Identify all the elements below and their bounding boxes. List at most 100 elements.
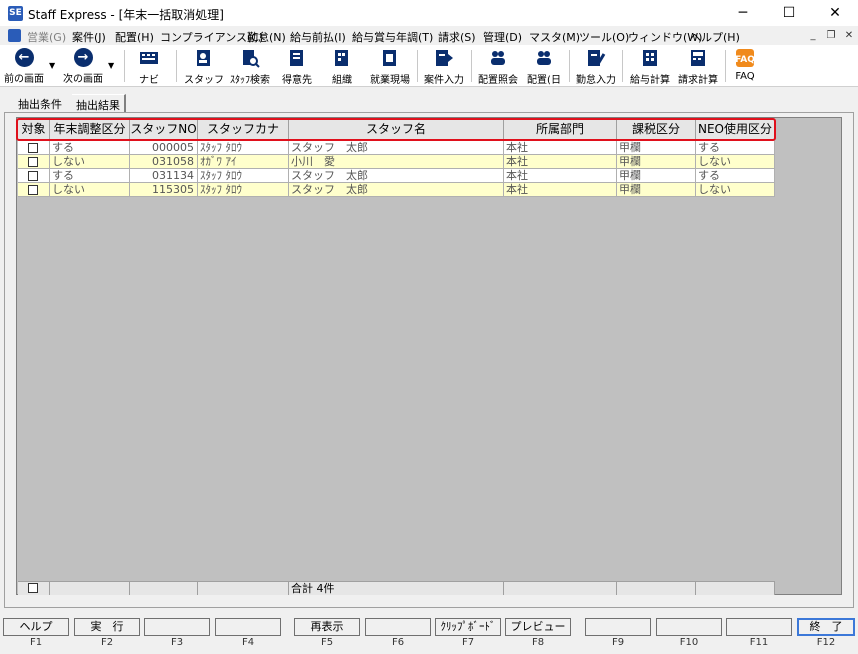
select-all-checkbox[interactable] <box>28 583 38 593</box>
job-entry-icon <box>436 50 453 66</box>
f7-key-label: F7 <box>461 637 475 648</box>
placement-daily-button[interactable]: 配置(日 <box>523 45 565 87</box>
f3-button[interactable] <box>144 618 210 636</box>
mdi-close-button[interactable]: ✕ <box>842 29 856 42</box>
f4-button[interactable] <box>215 618 281 636</box>
faq-button[interactable]: FAQ FAQ <box>729 45 761 87</box>
target-cell[interactable] <box>18 183 50 197</box>
target-cell[interactable] <box>18 141 50 155</box>
neo-usage-cell: する <box>696 141 775 155</box>
navi-button[interactable]: ナビ <box>131 45 167 87</box>
tax-category-cell: 甲欄 <box>617 169 696 183</box>
back-dropdown-icon[interactable]: ▼ <box>49 61 55 70</box>
tab-results[interactable]: 抽出結果 <box>72 94 126 112</box>
billing-calc-button[interactable]: 請求計算 <box>675 45 721 87</box>
payroll-calc-button[interactable]: 給与計算 <box>626 45 674 87</box>
attendance-entry-button[interactable]: 勤怠入力 <box>573 45 619 87</box>
row-checkbox[interactable] <box>28 143 38 153</box>
staff-no-cell: 000005 <box>130 141 198 155</box>
row-checkbox[interactable] <box>28 171 38 181</box>
worksite-label: 就業現場 <box>370 75 410 86</box>
f12-exit-button[interactable]: 終 了 <box>797 618 855 636</box>
menu-advance-pay[interactable]: 給与前払(I) <box>290 29 346 45</box>
back-label: 前の画面 <box>4 74 44 85</box>
menu-billing[interactable]: 請求(S) <box>438 29 476 45</box>
staff-name-cell: 小川 愛 <box>289 155 504 169</box>
row-checkbox[interactable] <box>28 185 38 195</box>
table-row[interactable]: しない 115305 ｽﾀｯﾌ ﾀﾛｳ スタッフ 太郎 本社 甲欄 しない <box>18 183 775 197</box>
f4-key-label: F4 <box>241 637 255 648</box>
toolbar-divider <box>417 50 418 82</box>
table-row[interactable]: する 031134 ｽﾀｯﾌ ﾀﾛｳ スタッフ 太郎 本社 甲欄 する <box>18 169 775 183</box>
f9-button[interactable] <box>585 618 651 636</box>
keyboard-icon <box>140 52 158 64</box>
minimize-button[interactable]: ─ <box>720 0 766 26</box>
menu-payroll[interactable]: 給与賞与年調(T) <box>352 29 433 45</box>
f5-refresh-button[interactable]: 再表示 <box>294 618 360 636</box>
f2-key-label: F2 <box>100 637 114 648</box>
mdi-minimize-button[interactable]: _ <box>806 29 820 42</box>
tax-category-cell: 甲欄 <box>617 155 696 169</box>
worksite-button[interactable]: 就業現場 <box>367 45 413 87</box>
menu-attendance[interactable]: 勤怠(N) <box>247 29 286 45</box>
back-button[interactable]: ← 前の画面 <box>2 45 46 87</box>
tax-category-cell: 甲欄 <box>617 141 696 155</box>
target-cell[interactable] <box>18 155 50 169</box>
staff-search-label: ｽﾀｯﾌ検索 <box>230 75 270 86</box>
footer-cell <box>198 581 289 595</box>
f5-key-label: F5 <box>320 637 334 648</box>
row-checkbox[interactable] <box>28 157 38 167</box>
neo-usage-cell: しない <box>696 183 775 197</box>
f10-key-label: F10 <box>679 637 699 648</box>
forward-dropdown-icon[interactable]: ▼ <box>108 61 114 70</box>
table-row[interactable]: する 000005 ｽﾀｯﾌ ﾀﾛｳ スタッフ 太郎 本社 甲欄 する <box>18 141 775 155</box>
f2-execute-button[interactable]: 実 行 <box>74 618 140 636</box>
placement-inquiry-button[interactable]: 配置照会 <box>475 45 521 87</box>
menu-placement[interactable]: 配置(H) <box>115 29 154 45</box>
toolbar: ← 前の画面 ▼ → 次の画面 ▼ ナビ スタッフ ｽﾀｯﾌ検索 得意先 組織 … <box>0 45 858 87</box>
mdi-restore-button[interactable]: ❐ <box>824 29 838 42</box>
tab-conditions[interactable]: 抽出条件 <box>14 94 66 112</box>
staff-button[interactable]: スタッフ <box>184 45 224 87</box>
staff-kana-cell: ｽﾀｯﾌ ﾀﾛｳ <box>198 169 289 183</box>
table-row[interactable]: しない 031058 ｵｶﾞﾜ ｱｲ 小川 愛 本社 甲欄 しない <box>18 155 775 169</box>
menu-admin[interactable]: 管理(D) <box>483 29 522 45</box>
footer-select-all-cell[interactable] <box>18 581 50 595</box>
close-button[interactable]: ✕ <box>812 0 858 26</box>
staff-no-cell: 031058 <box>130 155 198 169</box>
staff-search-button[interactable]: ｽﾀｯﾌ検索 <box>227 45 273 87</box>
placement-inquiry-label: 配置照会 <box>478 75 518 86</box>
f1-key-label: F1 <box>29 637 43 648</box>
organization-folder-icon <box>335 50 348 66</box>
document-icon[interactable] <box>8 29 21 42</box>
target-cell[interactable] <box>18 169 50 183</box>
maximize-button[interactable]: ☐ <box>766 0 812 26</box>
client-button[interactable]: 得意先 <box>277 45 317 87</box>
f8-preview-button[interactable]: プレビュー <box>505 618 571 636</box>
neo-usage-cell: しない <box>696 155 775 169</box>
attendance-entry-label: 勤怠入力 <box>576 75 616 86</box>
f10-button[interactable] <box>656 618 722 636</box>
toolbar-divider <box>471 50 472 82</box>
billing-calc-label: 請求計算 <box>678 75 718 86</box>
f1-help-button[interactable]: ヘルプ <box>3 618 69 636</box>
staff-name-cell: スタッフ 太郎 <box>289 183 504 197</box>
adjustment-cell: しない <box>50 155 130 169</box>
staff-no-cell: 115305 <box>130 183 198 197</box>
job-entry-button[interactable]: 案件入力 <box>421 45 467 87</box>
f8-key-label: F8 <box>531 637 545 648</box>
menu-master[interactable]: マスタ(M) <box>529 29 580 45</box>
forward-button[interactable]: → 次の画面 <box>60 45 106 87</box>
menu-help[interactable]: ヘルプ(H) <box>690 29 740 45</box>
menu-jobs[interactable]: 案件(J) <box>72 29 106 45</box>
staff-kana-cell: ｵｶﾞﾜ ｱｲ <box>198 155 289 169</box>
organization-button[interactable]: 組織 <box>322 45 362 87</box>
f7-clipboard-button[interactable]: ｸﾘｯﾌﾟﾎﾞｰﾄﾞ <box>435 618 501 636</box>
toolbar-divider <box>176 50 177 82</box>
f11-button[interactable] <box>726 618 792 636</box>
calculator-icon <box>691 50 705 66</box>
staff-label: スタッフ <box>184 75 224 86</box>
f6-button[interactable] <box>365 618 431 636</box>
f6-key-label: F6 <box>391 637 405 648</box>
menu-tools[interactable]: ツール(O) <box>579 29 629 45</box>
